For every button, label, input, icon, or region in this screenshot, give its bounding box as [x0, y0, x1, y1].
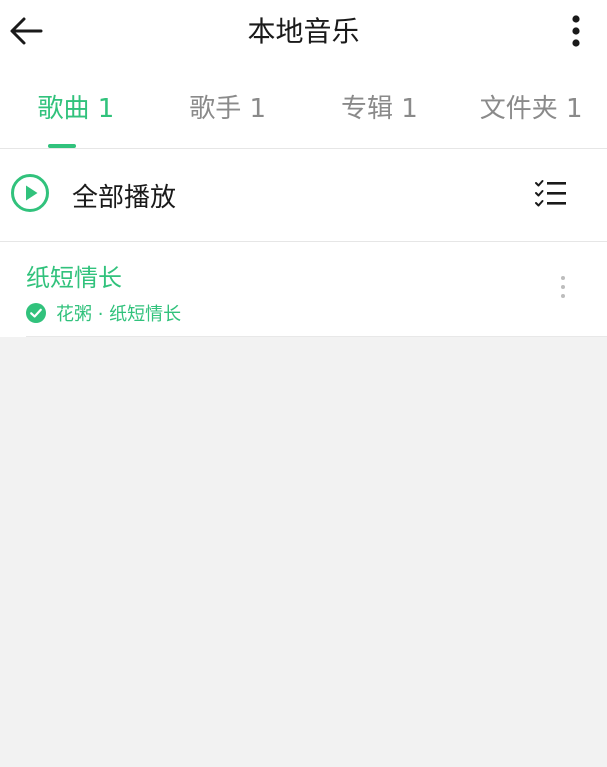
song-subtitle-row: 花粥 · 纸短情长	[26, 300, 181, 326]
tab-albums[interactable]: 专辑 1	[304, 66, 456, 148]
app: 本地音乐 歌曲 1 歌手 1 专辑 1 文件夹 1 全部播放 纸短情长 花粥 ·…	[0, 0, 607, 767]
tab-songs[interactable]: 歌曲 1	[0, 66, 152, 148]
tab-singers[interactable]: 歌手 1	[152, 66, 304, 148]
check-circle-icon	[26, 303, 46, 323]
active-tab-indicator	[47, 144, 76, 148]
play-all-label[interactable]: 全部播放	[72, 177, 176, 214]
song-artist-album: 花粥 · 纸短情长	[56, 304, 182, 325]
tab-label: 歌曲 1	[37, 93, 115, 124]
tab-folders[interactable]: 文件夹 1	[455, 66, 607, 148]
play-all-button[interactable]	[10, 173, 50, 217]
tab-bar: 歌曲 1 歌手 1 专辑 1 文件夹 1	[0, 66, 607, 149]
song-title: 纸短情长	[26, 264, 122, 292]
manage-list-button[interactable]	[533, 177, 569, 213]
vertical-dots-icon	[571, 14, 581, 52]
top-section: 本地音乐 歌曲 1 歌手 1 专辑 1 文件夹 1 全部播放 纸短情长 花粥 ·…	[0, 0, 607, 337]
page-title: 本地音乐	[247, 15, 360, 48]
vertical-dots-icon	[560, 275, 566, 303]
song-list-item[interactable]: 纸短情长 花粥 · 纸短情长	[0, 242, 607, 337]
arrow-left-icon	[9, 16, 43, 50]
tab-label: 歌手 1	[189, 93, 267, 124]
header: 本地音乐	[0, 0, 607, 66]
back-button[interactable]	[6, 13, 46, 53]
tab-label: 专辑 1	[340, 93, 418, 124]
play-all-bar: 全部播放	[0, 149, 607, 242]
more-options-button[interactable]	[559, 13, 593, 53]
list-manage-icon	[534, 178, 568, 212]
song-more-button[interactable]	[553, 274, 573, 304]
play-circle-icon	[10, 173, 50, 217]
tab-label: 文件夹 1	[479, 93, 583, 124]
